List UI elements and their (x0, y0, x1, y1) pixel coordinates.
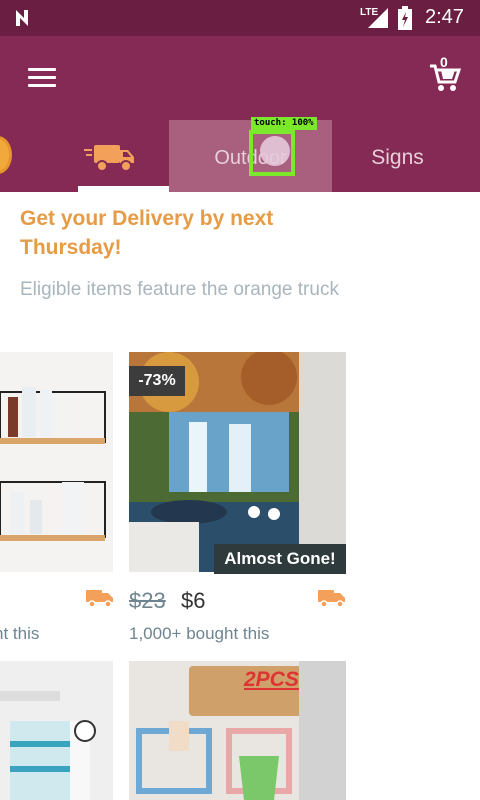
signal-icon (368, 8, 388, 28)
category-tabs: Outdoor Signs (0, 120, 480, 192)
app-bar: 0 (0, 36, 480, 120)
banner-subline: Eligible items feature the orange truck (20, 279, 339, 300)
product-sticker: 2PCS (244, 668, 299, 691)
clock: 2:47 (425, 6, 464, 28)
original-price: $23 (129, 588, 166, 613)
product-image-bag-holder[interactable] (129, 661, 346, 800)
battery-charging-icon (398, 6, 412, 30)
touch-indicator-label: touch: 100% (251, 117, 317, 130)
tab-delivery-truck-icon[interactable] (84, 142, 136, 174)
product-image-towel-holder[interactable] (0, 661, 113, 800)
almost-gone-badge: Almost Gone! (214, 544, 346, 574)
tab-signs[interactable]: Signs (340, 120, 455, 192)
product-image-shelf[interactable] (0, 352, 113, 572)
delivery-truck-icon (86, 590, 113, 608)
tab-coin-icon[interactable] (0, 136, 12, 174)
menu-icon[interactable] (28, 68, 56, 88)
bought-count-2: 1,000+ bought this (129, 624, 270, 643)
discount-badge: -73% (129, 366, 185, 396)
bought-count-1: ht this (0, 624, 40, 643)
touch-indicator-box (249, 130, 295, 176)
delivery-truck-icon (318, 590, 345, 608)
notification-n-icon (16, 10, 28, 26)
sale-price: $6 (181, 588, 206, 613)
shopping-cart-icon[interactable] (428, 60, 462, 94)
status-bar: LTE 2:47 (0, 0, 480, 36)
banner-headline: Get your Delivery by next Thursday! (20, 207, 274, 259)
